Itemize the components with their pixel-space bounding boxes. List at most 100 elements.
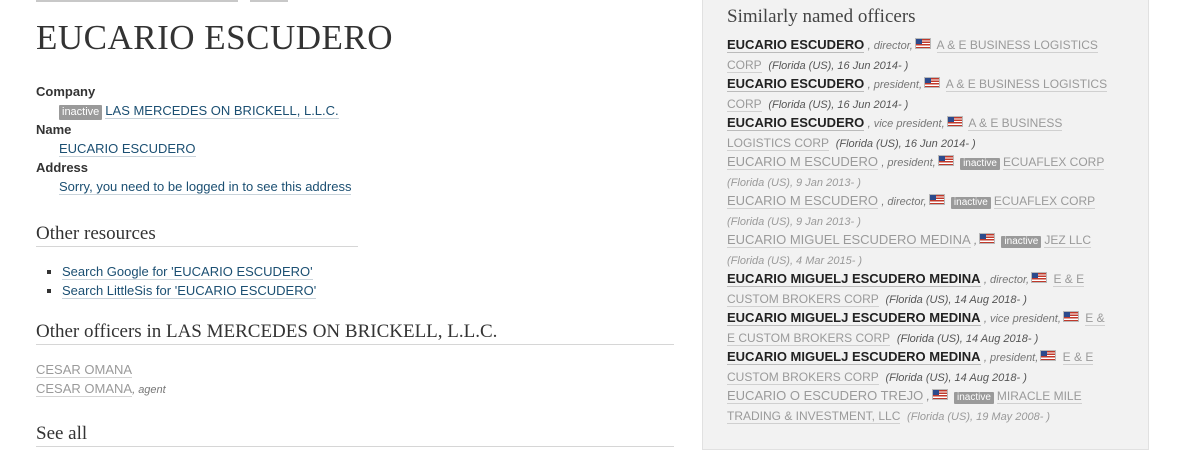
officer-name-link[interactable]: EUCARIO MIGUELJ ESCUDERO MEDINA bbox=[727, 271, 981, 287]
us-flag-icon bbox=[979, 233, 996, 244]
jurisdiction-date: (Florida (US), 16 Jun 2014- ) bbox=[768, 99, 909, 112]
status-badge: inactive bbox=[59, 105, 103, 120]
officer-role: , vice president, bbox=[867, 118, 945, 130]
jurisdiction-date: (Florida (US), 16 Jun 2014- ) bbox=[768, 60, 909, 73]
login-required-link[interactable]: Sorry, you need to be logged in to see t… bbox=[59, 179, 352, 195]
officer-role: , president, bbox=[983, 352, 1039, 364]
page-title: EUCARIO ESCUDERO bbox=[36, 18, 394, 57]
company-link[interactable]: JEZ LLC bbox=[1044, 233, 1092, 248]
jurisdiction-date: (Florida (US), 9 Jan 2013- ) bbox=[727, 177, 861, 190]
list-item: Search LittleSis for 'EUCARIO ESCUDERO' bbox=[62, 281, 317, 300]
search-littlesis-link[interactable]: Search LittleSis for 'EUCARIO ESCUDERO' bbox=[62, 283, 317, 299]
company-label: Company bbox=[36, 84, 96, 99]
company-name-part: A & E BUSINESS LOGISTICS bbox=[945, 77, 1108, 91]
similar-officer-item: EUCARIO M ESCUDERO , president, inactive… bbox=[727, 152, 1127, 194]
other-officers-title: Other officers in LAS MERCEDES ON BRICKE… bbox=[36, 321, 674, 345]
officer-name-link[interactable]: EUCARIO M ESCUDERO bbox=[727, 154, 878, 170]
officer-name-link[interactable]: EUCARIO ESCUDERO bbox=[727, 37, 865, 53]
company-name-part: ECUAFLEX CORP bbox=[1002, 155, 1105, 169]
jurisdiction-date: (Florida (US), 14 Aug 2018- ) bbox=[885, 372, 1027, 385]
company-name-part: LOGISTICS CORP bbox=[727, 136, 830, 151]
status-badge: inactive bbox=[960, 158, 1000, 170]
officer-name-link[interactable]: EUCARIO MIGUELJ ESCUDERO MEDINA bbox=[727, 310, 981, 326]
similar-officer-item: EUCARIO MIGUEL ESCUDERO MEDINA , inactiv… bbox=[727, 230, 1127, 272]
us-flag-icon bbox=[937, 155, 954, 166]
officer-name-link[interactable]: EUCARIO ESCUDERO bbox=[727, 115, 865, 131]
officer-role: , president, bbox=[881, 157, 936, 169]
similar-officer-item: EUCARIO MIGUELJ ESCUDERO MEDINA , direct… bbox=[727, 269, 1127, 311]
officer-link[interactable]: CESAR OMANA bbox=[36, 362, 133, 378]
company-name-part: E CUSTOM BROKERS CORP bbox=[727, 331, 891, 346]
list-item: Search Google for 'EUCARIO ESCUDERO' bbox=[62, 262, 316, 281]
us-flag-icon bbox=[931, 389, 948, 400]
company-name-part: TRADING & INVESTMENT, LLC bbox=[727, 409, 901, 424]
officer-role: , bbox=[926, 391, 930, 403]
officer-role: , agent bbox=[132, 384, 166, 396]
similar-officer-item: EUCARIO ESCUDERO , vice president, A & E… bbox=[727, 113, 1127, 155]
company-name-part: JEZ LLC bbox=[1044, 233, 1092, 247]
other-resources-title: Other resources bbox=[36, 223, 358, 247]
status-badge: inactive bbox=[953, 392, 994, 404]
officer-name-link[interactable]: EUCARIO MIGUELJ ESCUDERO MEDINA bbox=[727, 349, 981, 365]
officer-link[interactable]: CESAR OMANA bbox=[36, 381, 133, 397]
similar-officers-panel: Similarly named officers EUCARIO ESCUDER… bbox=[702, 0, 1149, 450]
address-label: Address bbox=[36, 160, 89, 175]
us-flag-icon bbox=[914, 38, 931, 49]
company-name-part: CORP bbox=[727, 97, 762, 112]
company-name-part: CUSTOM BROKERS CORP bbox=[727, 370, 879, 385]
officer-role: , director, bbox=[881, 196, 927, 208]
jurisdiction-date: (Florida (US), 4 Mar 2015- ) bbox=[727, 255, 863, 268]
officer-name-link[interactable]: EUCARIO ESCUDERO bbox=[59, 141, 196, 157]
us-flag-icon bbox=[1040, 350, 1057, 361]
us-flag-icon bbox=[1031, 272, 1048, 283]
company-value: inactive LAS MERCEDES ON BRICKELL, L.L.C. bbox=[59, 103, 339, 120]
address-value: Sorry, you need to be logged in to see t… bbox=[59, 179, 352, 195]
similar-officer-item: EUCARIO ESCUDERO , president, A & E BUSI… bbox=[727, 74, 1127, 116]
similar-officer-item: EUCARIO MIGUELJ ESCUDERO MEDINA , presid… bbox=[727, 347, 1127, 389]
company-name-part: E & E bbox=[1053, 272, 1085, 286]
officer-role: , vice president, bbox=[983, 313, 1061, 325]
similar-officer-item: EUCARIO MIGUELJ ESCUDERO MEDINA , vice p… bbox=[727, 308, 1127, 350]
officer-role: , director, bbox=[983, 274, 1030, 286]
officer-role: , bbox=[974, 235, 978, 247]
similar-officer-item: EUCARIO O ESCUDERO TREJO , inactive MIRAC… bbox=[727, 386, 1127, 428]
similar-officers-title: Similarly named officers bbox=[727, 6, 916, 27]
company-name-part: A & E BUSINESS bbox=[968, 116, 1063, 130]
company-name-part: ECUAFLEX CORP bbox=[993, 194, 1096, 208]
jurisdiction-date: (Florida (US), 19 May 2008- ) bbox=[907, 411, 1051, 424]
similar-officer-item: EUCARIO M ESCUDERO , director, inactive E… bbox=[727, 191, 1127, 233]
company-link[interactable]: LAS MERCEDES ON BRICKELL, L.L.C. bbox=[105, 103, 339, 119]
see-all-title[interactable]: See all bbox=[36, 423, 674, 447]
officer-name-link[interactable]: EUCARIO M ESCUDERO bbox=[727, 193, 878, 209]
officer-name-link[interactable]: EUCARIO ESCUDERO bbox=[727, 76, 865, 92]
company-link[interactable]: ECUAFLEX CORP bbox=[1002, 155, 1105, 170]
officer-role: , president, bbox=[867, 79, 923, 91]
jurisdiction-date: (Florida (US), 9 Jan 2013- ) bbox=[727, 216, 861, 229]
list-item: CESAR OMANA, agent bbox=[36, 381, 166, 397]
company-name-part: E & bbox=[1085, 311, 1105, 325]
jurisdiction-date: (Florida (US), 16 Jun 2014- ) bbox=[835, 138, 976, 151]
jurisdiction-date: (Florida (US), 14 Aug 2018- ) bbox=[885, 294, 1027, 307]
name-label: Name bbox=[36, 122, 72, 137]
similar-officer-item: EUCARIO ESCUDERO , director, A & E BUSIN… bbox=[727, 35, 1127, 77]
status-badge: inactive bbox=[950, 197, 991, 209]
officer-name-link[interactable]: EUCARIO MIGUEL ESCUDERO MEDINA bbox=[727, 232, 971, 248]
company-name-part: E & E bbox=[1062, 350, 1094, 364]
status-badge: inactive bbox=[1001, 236, 1042, 248]
resources-list: Search Google for 'EUCARIO ESCUDERO' Sea… bbox=[40, 262, 317, 300]
company-name-part: CORP bbox=[727, 58, 762, 73]
us-flag-icon bbox=[1062, 311, 1079, 322]
name-value: EUCARIO ESCUDERO bbox=[59, 141, 196, 157]
jurisdiction-date: (Florida (US), 14 Aug 2018- ) bbox=[896, 333, 1039, 346]
us-flag-icon bbox=[924, 77, 941, 88]
list-item: CESAR OMANA bbox=[36, 362, 133, 378]
company-link[interactable]: ECUAFLEX CORP bbox=[993, 194, 1096, 209]
us-flag-icon bbox=[946, 116, 963, 127]
search-google-link[interactable]: Search Google for 'EUCARIO ESCUDERO' bbox=[62, 264, 313, 280]
top-nav-tab[interactable] bbox=[250, 0, 288, 2]
top-nav-tab[interactable] bbox=[36, 0, 238, 2]
company-name-part: MIRACLE MILE bbox=[996, 389, 1082, 403]
company-name-part: A & E BUSINESS LOGISTICS bbox=[936, 38, 1098, 52]
officer-name-link[interactable]: EUCARIO O ESCUDERO TREJO bbox=[727, 388, 924, 404]
us-flag-icon bbox=[928, 194, 945, 205]
